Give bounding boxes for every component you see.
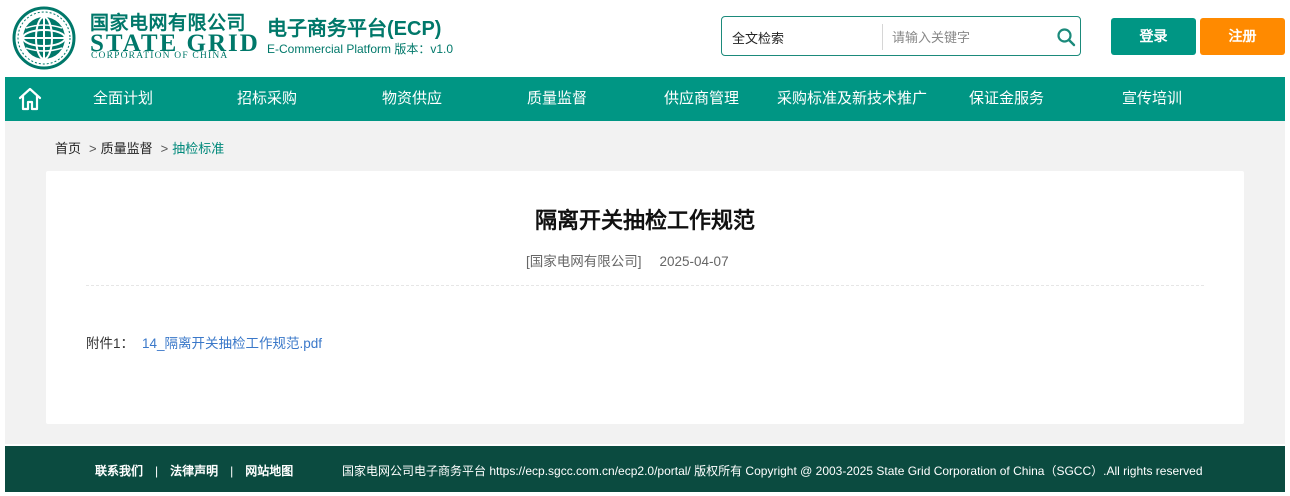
- nav-item-supplier-management[interactable]: 供应商管理: [664, 77, 739, 121]
- article-date: 2025-04-07: [659, 254, 729, 269]
- copyright-text: 国家电网公司电子商务平台 https://ecp.sgcc.com.cn/ecp…: [342, 464, 1203, 478]
- search-divider: [882, 24, 883, 50]
- article-meta: [国家电网有限公司] 2025-04-07: [526, 250, 729, 270]
- attachment-label: 附件1：: [86, 336, 135, 351]
- nav-item-procurement-standards[interactable]: 采购标准及新技术推广: [777, 77, 927, 121]
- breadcrumb-quality-supervision[interactable]: 质量监督: [101, 141, 153, 156]
- breadcrumb-home[interactable]: 首页: [55, 141, 81, 156]
- breadcrumb: 首页 > 质量监督 > 抽检标准: [55, 138, 224, 157]
- nav-item-tender-procurement[interactable]: 招标采购: [237, 77, 297, 121]
- attachment-link[interactable]: 14_隔离开关抽检工作规范.pdf: [142, 336, 322, 351]
- nav-item-quality-supervision[interactable]: 质量监督: [527, 77, 587, 121]
- header: 国家电网有限公司 STATE GRID CORPORATION OF CHINA…: [0, 0, 1290, 76]
- breadcrumb-current: 抽检标准: [172, 141, 225, 156]
- footer-separator: |: [155, 464, 159, 478]
- home-icon[interactable]: [17, 86, 43, 112]
- breadcrumb-separator: >: [89, 141, 97, 156]
- footer-links: 联系我们 | 法律声明 | 网站地图: [95, 462, 293, 479]
- search-box: 全文检索: [721, 16, 1081, 56]
- article-divider: [86, 285, 1204, 286]
- search-input[interactable]: [892, 23, 1042, 51]
- footer-link-legal[interactable]: 法律声明: [170, 464, 218, 478]
- main-nav: 全面计划 招标采购 物资供应 质量监督 供应商管理 采购标准及新技术推广 保证金…: [5, 77, 1285, 121]
- login-button[interactable]: 登录: [1111, 18, 1196, 55]
- search-icon[interactable]: [1056, 27, 1076, 47]
- footer-link-sitemap[interactable]: 网站地图: [245, 464, 293, 478]
- state-grid-globe-icon[interactable]: [12, 6, 76, 70]
- footer-separator: |: [230, 464, 234, 478]
- platform-subtitle: E-Commercial Platform 版本：v1.0: [267, 42, 454, 56]
- footer-link-contact[interactable]: 联系我们: [95, 464, 143, 478]
- brand-name-en-sub: CORPORATION OF CHINA: [91, 51, 229, 61]
- nav-item-training[interactable]: 宣传培训: [1122, 77, 1182, 121]
- article-card: 隔离开关抽检工作规范 [国家电网有限公司] 2025-04-07 附件1： 14_隔…: [46, 171, 1244, 424]
- nav-item-material-supply[interactable]: 物资供应: [382, 77, 442, 121]
- article-source: [国家电网有限公司]: [526, 254, 642, 269]
- article-title: 隔离开关抽检工作规范: [534, 208, 755, 233]
- nav-item-deposit-service[interactable]: 保证金服务: [969, 77, 1044, 121]
- search-type-selector[interactable]: 全文检索: [732, 28, 784, 47]
- breadcrumb-separator: >: [160, 141, 169, 156]
- attachment-row: 附件1： 14_隔离开关抽检工作规范.pdf: [86, 332, 322, 352]
- register-button[interactable]: 注册: [1200, 18, 1285, 55]
- footer: 联系我们 | 法律声明 | 网站地图 国家电网公司电子商务平台 https://ecp.…: [5, 446, 1285, 492]
- nav-item-overall-plan[interactable]: 全面计划: [93, 77, 153, 121]
- platform-title: 电子商务平台(ECP): [267, 18, 442, 40]
